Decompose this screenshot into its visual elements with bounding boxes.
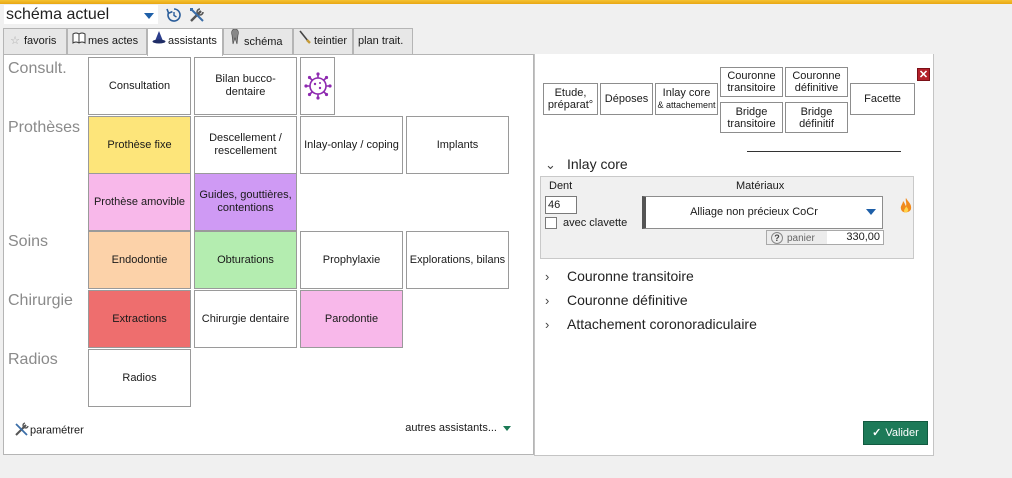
tile-obturations[interactable]: Obturations bbox=[194, 231, 297, 289]
tile-guides-gouttieres[interactable]: Guides, gouttières, contentions bbox=[194, 173, 297, 231]
tile-chirurgie-dentaire[interactable]: Chirurgie dentaire bbox=[194, 290, 297, 348]
chevron-down-icon: ⌄ bbox=[545, 157, 556, 172]
flame-icon[interactable] bbox=[899, 197, 913, 218]
section-couronne-transitoire-header[interactable]: › Couronne transitoire bbox=[545, 268, 694, 284]
tools-icon[interactable] bbox=[188, 6, 206, 24]
tab-teintier[interactable]: teintier bbox=[293, 28, 353, 54]
materiaux-select[interactable]: Alliage non précieux CoCr bbox=[642, 196, 883, 229]
tooth-icon bbox=[228, 28, 242, 54]
dent-label: Dent bbox=[549, 180, 573, 192]
scheme-select-value: schéma actuel bbox=[6, 6, 110, 23]
category-radios: Radios bbox=[8, 351, 58, 368]
tile-parodontie[interactable]: Parodontie bbox=[300, 290, 403, 348]
price-value: 330,00 bbox=[846, 231, 880, 243]
tile-explorations-bilans[interactable]: Explorations, bilans bbox=[406, 231, 509, 289]
category-soins: Soins bbox=[8, 233, 49, 250]
tab-favoris[interactable]: ☆ favoris bbox=[3, 28, 67, 54]
assistants-panel: Consult. Prothèses Soins Chirurgie Radio… bbox=[3, 54, 534, 455]
assistant-detail-panel: ✕ Etude, préparat° Déposes Inlay core & … bbox=[534, 54, 934, 456]
tile-bilan-bucco-dentaire[interactable]: Bilan bucco-dentaire bbox=[194, 57, 297, 115]
tile-extractions[interactable]: Extractions bbox=[88, 290, 191, 348]
inlay-core-button[interactable]: Inlay core & attachement bbox=[655, 83, 718, 115]
materiaux-label: Matériaux bbox=[736, 180, 785, 192]
inlay-core-form: Dent 46 avec clavette Matériaux Alliage … bbox=[540, 176, 914, 259]
tools-icon bbox=[14, 422, 30, 439]
etude-preparat-button[interactable]: Etude, préparat° bbox=[543, 83, 598, 115]
tile-implants[interactable]: Implants bbox=[406, 116, 509, 174]
tile-consultation[interactable]: Consultation bbox=[88, 57, 191, 115]
section-attachement-header[interactable]: › Attachement coronoradiculaire bbox=[545, 316, 757, 332]
category-consult: Consult. bbox=[8, 60, 67, 77]
tile-inlay-onlay[interactable]: Inlay-onlay / coping bbox=[300, 116, 403, 174]
category-chirurgie: Chirurgie bbox=[8, 292, 73, 309]
help-icon: ? bbox=[771, 232, 783, 244]
valider-button[interactable]: ✓ Valider bbox=[863, 421, 928, 445]
check-icon: ✓ bbox=[872, 427, 882, 439]
category-protheses: Prothèses bbox=[8, 119, 81, 136]
virus-icon[interactable] bbox=[300, 57, 335, 115]
brush-icon bbox=[298, 29, 312, 53]
facette-button[interactable]: Facette bbox=[850, 83, 915, 115]
dent-input[interactable]: 46 bbox=[545, 196, 577, 214]
clavette-checkbox[interactable] bbox=[545, 217, 557, 229]
close-icon: ✕ bbox=[918, 69, 929, 81]
chevron-down-icon bbox=[866, 209, 876, 215]
star-icon: ☆ bbox=[10, 35, 20, 47]
deposes-button[interactable]: Déposes bbox=[600, 83, 653, 115]
tile-prothese-fixe[interactable]: Prothèse fixe bbox=[88, 116, 191, 174]
scheme-select[interactable]: schéma actuel bbox=[3, 4, 159, 25]
section-inlay-core-header[interactable]: ⌄ Inlay core bbox=[545, 156, 628, 173]
panier-price-field[interactable]: ? panier 330,00 bbox=[766, 230, 884, 245]
section-couronne-definitive-header[interactable]: › Couronne définitive bbox=[545, 292, 688, 308]
close-button[interactable]: ✕ bbox=[917, 68, 930, 81]
tab-schema[interactable]: schéma bbox=[223, 28, 293, 54]
tile-prothese-amovible[interactable]: Prothèse amovible bbox=[88, 173, 191, 231]
couronne-transitoire-button[interactable]: Couronne transitoire bbox=[720, 67, 783, 97]
bridge-definitif-button[interactable]: Bridge définitif bbox=[785, 102, 848, 133]
autres-assistants-dropdown[interactable]: autres assistants... bbox=[405, 422, 511, 434]
chevron-down-icon bbox=[503, 425, 511, 431]
chevron-right-icon: › bbox=[545, 269, 550, 284]
tab-mes-actes[interactable]: mes actes bbox=[67, 28, 147, 54]
section-divider bbox=[747, 151, 901, 152]
bridge-transitoire-button[interactable]: Bridge transitoire bbox=[720, 102, 783, 133]
tile-prophylaxie[interactable]: Prophylaxie bbox=[300, 231, 403, 289]
tab-assistants[interactable]: assistants bbox=[147, 28, 223, 56]
tile-radios[interactable]: Radios bbox=[88, 349, 191, 407]
wizard-hat-icon bbox=[152, 29, 166, 53]
tile-endodontie[interactable]: Endodontie bbox=[88, 231, 191, 289]
chevron-down-icon bbox=[144, 13, 154, 19]
tab-plan-trait[interactable]: plan trait. bbox=[353, 28, 413, 54]
history-icon[interactable] bbox=[165, 6, 183, 24]
clavette-label: avec clavette bbox=[563, 217, 628, 229]
chevron-right-icon: › bbox=[545, 293, 550, 308]
parametrer-link[interactable]: paramétrer bbox=[14, 422, 84, 439]
panier-label: ? panier bbox=[767, 231, 827, 244]
tile-descellement[interactable]: Descellement / rescellement bbox=[194, 116, 297, 174]
book-icon bbox=[72, 29, 86, 53]
couronne-definitive-button[interactable]: Couronne définitive bbox=[785, 67, 848, 97]
chevron-right-icon: › bbox=[545, 317, 550, 332]
